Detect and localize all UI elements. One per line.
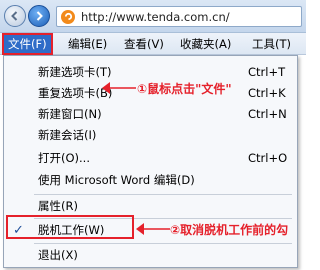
address-url: http://www.tenda.com.cn/ xyxy=(81,9,230,24)
menu-item-shortcut: Ctrl+O xyxy=(248,151,288,165)
menu-item-new-window[interactable]: 新建窗口(N) Ctrl+N xyxy=(4,106,297,123)
menu-item-label: 打开(O)... xyxy=(38,151,90,165)
annotation-arrow-icon xyxy=(102,82,136,94)
menu-item-edit-with-word[interactable]: 使用 Microsoft Word 编辑(D) xyxy=(4,172,297,189)
address-bar[interactable]: http://www.tenda.com.cn/ xyxy=(56,6,302,27)
menu-item-label: 新建窗口(N) xyxy=(38,107,102,121)
work-offline-highlight-box xyxy=(6,215,134,239)
arrow-right-icon xyxy=(36,11,43,21)
browser-toolbar: http://www.tenda.com.cn/ xyxy=(0,0,306,33)
back-button[interactable] xyxy=(4,5,26,27)
menu-item-properties[interactable]: 属性(R) xyxy=(4,198,297,215)
menu-item-label: 属性(R) xyxy=(38,199,78,213)
menu-item-shortcut: Ctrl+N xyxy=(248,107,287,121)
menu-item-label: 退出(X) xyxy=(38,248,78,262)
arrow-left-icon xyxy=(11,11,18,21)
forward-button[interactable] xyxy=(28,5,50,27)
site-favicon-icon xyxy=(61,9,75,24)
menu-item-label: 使用 Microsoft Word 编辑(D) xyxy=(38,173,195,187)
annotation-step1: ①鼠标点击"文件" xyxy=(137,82,232,96)
menu-separator xyxy=(34,243,292,244)
menu-separator xyxy=(34,194,292,195)
menu-item-exit[interactable]: 退出(X) xyxy=(4,247,297,264)
menu-edit[interactable]: 编辑(E) xyxy=(64,35,111,53)
menu-item-shortcut: Ctrl+T xyxy=(248,65,286,79)
annotation-arrow-icon xyxy=(136,223,170,235)
menu-tools[interactable]: 工具(T) xyxy=(248,35,295,53)
menu-item-new-session[interactable]: 新建会话(I) xyxy=(4,127,297,144)
menu-view[interactable]: 查看(V) xyxy=(120,35,168,53)
menu-favorites[interactable]: 收藏夹(A) xyxy=(176,35,235,53)
menu-item-shortcut: Ctrl+K xyxy=(248,86,286,100)
menu-item-new-tab[interactable]: 新建选项卡(T) Ctrl+T xyxy=(4,64,297,81)
annotation-step2: ②取消脱机工作前的勾 xyxy=(170,223,289,237)
menu-item-label: 新建会话(I) xyxy=(38,128,97,142)
menu-bar: 文件(F) 编辑(E) 查看(V) 收藏夹(A) 工具(T) xyxy=(0,33,306,55)
menu-file[interactable]: 文件(F) xyxy=(2,33,53,55)
menu-item-open[interactable]: 打开(O)... Ctrl+O xyxy=(4,150,297,167)
